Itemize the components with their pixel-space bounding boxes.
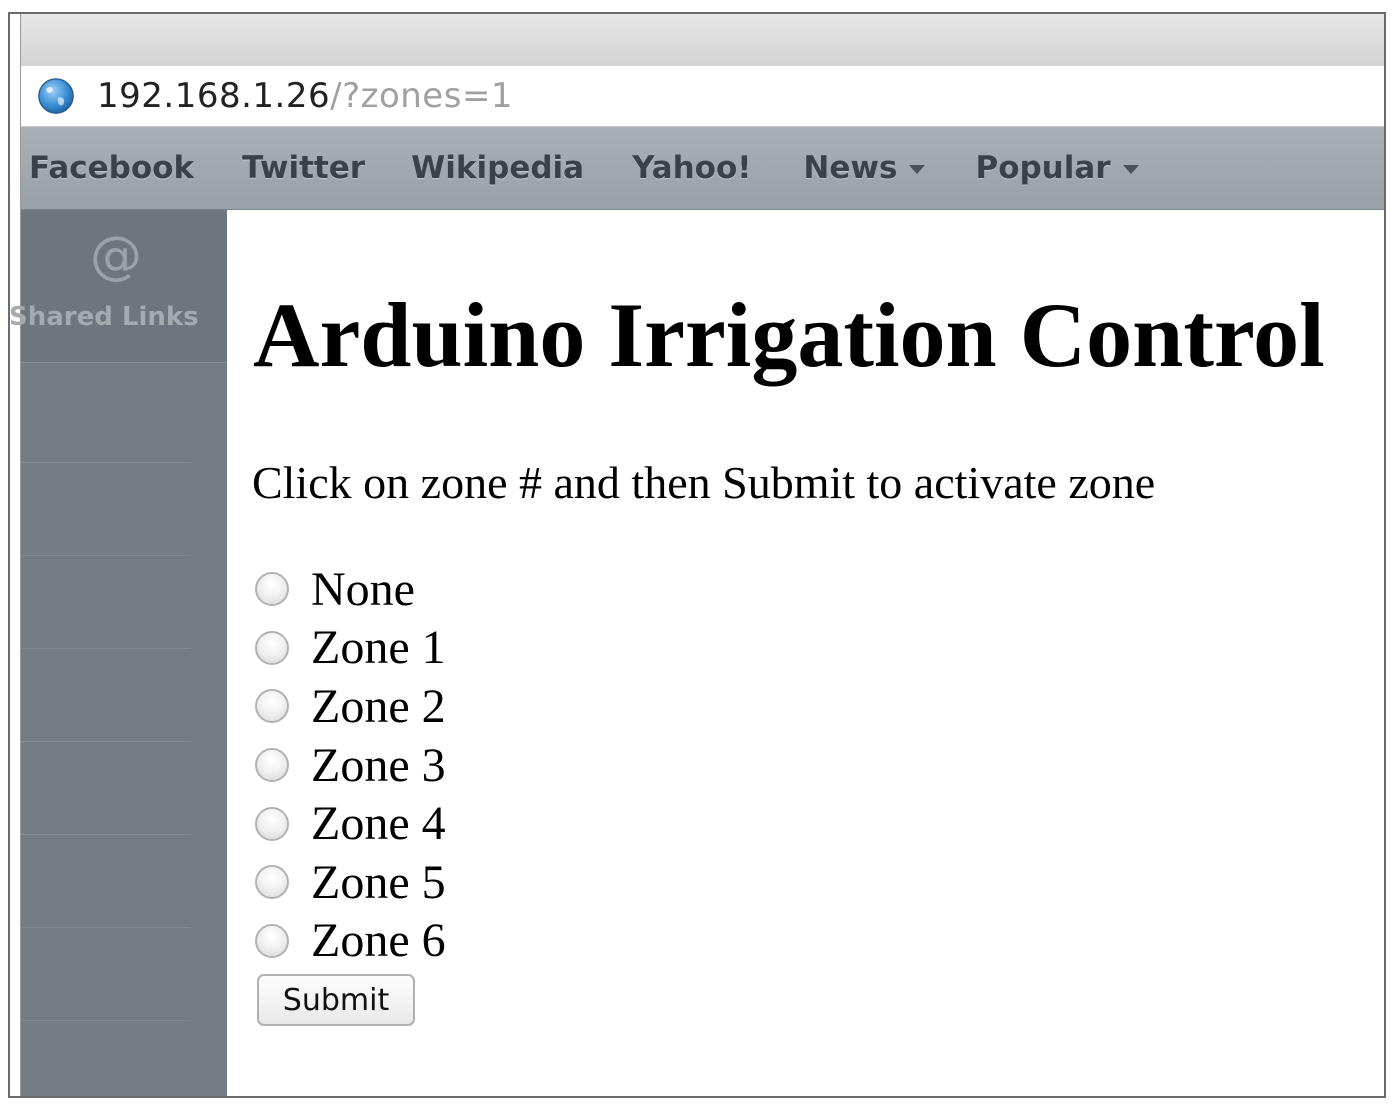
zone-option-4[interactable]: Zone 4 — [255, 794, 446, 853]
radio-button[interactable] — [255, 923, 289, 958]
zone-option-label: Zone 4 — [311, 797, 446, 851]
sidebar-divider — [21, 462, 191, 463]
bookmark-facebook[interactable]: Facebook — [29, 150, 194, 186]
zone-option-3[interactable]: Zone 3 — [255, 736, 446, 795]
radio-button[interactable] — [255, 748, 289, 783]
sidebar-divider — [21, 1020, 191, 1021]
submit-button[interactable]: Submit — [257, 974, 415, 1026]
url-host: 192.168.1.26 — [97, 76, 331, 116]
zone-option-label: Zone 3 — [311, 738, 446, 792]
zone-option-6[interactable]: Zone 6 — [255, 912, 446, 971]
sidebar-divider — [21, 741, 191, 742]
zone-option-2[interactable]: Zone 2 — [255, 677, 446, 736]
bookmark-news-menu[interactable]: News — [803, 150, 926, 186]
screenshot-frame: 192.168.1.26/?zones=1 Facebook Twitter W… — [8, 12, 1386, 1098]
zone-option-label: Zone 2 — [311, 679, 446, 733]
bookmark-yahoo[interactable]: Yahoo! — [632, 150, 751, 186]
url-path: /?zones=1 — [330, 76, 514, 116]
zone-option-none[interactable]: None — [255, 560, 446, 619]
bookmark-label: Wikipedia — [411, 150, 585, 186]
sidebar-divider — [21, 555, 191, 556]
bookmark-label: News — [803, 150, 898, 186]
shared-links-label: Shared Links — [9, 302, 199, 332]
at-icon: @ — [90, 226, 142, 286]
bookmark-label: Yahoo! — [632, 150, 752, 186]
sidebar-divider — [21, 834, 191, 835]
radio-button[interactable] — [255, 572, 289, 607]
radio-button[interactable] — [255, 865, 289, 900]
chevron-down-icon — [1122, 164, 1139, 174]
zone-option-label: None — [311, 562, 415, 616]
radio-button[interactable] — [255, 630, 289, 665]
instructions-text: Click on zone # and then Submit to activ… — [252, 457, 1156, 508]
tab-strip — [21, 14, 1384, 67]
globe-icon — [38, 78, 74, 114]
bookmarks-bar: Facebook Twitter Wikipedia Yahoo! News P… — [21, 127, 1384, 210]
radio-button[interactable] — [255, 689, 289, 724]
sidebar-divider — [21, 648, 191, 649]
address-bar[interactable]: 192.168.1.26/?zones=1 — [21, 66, 1384, 127]
browser-window: 192.168.1.26/?zones=1 Facebook Twitter W… — [10, 14, 1384, 1096]
zone-option-label: Zone 5 — [311, 855, 446, 909]
bookmark-label: Twitter — [242, 150, 366, 186]
chevron-down-icon — [909, 164, 926, 174]
bookmark-wikipedia[interactable]: Wikipedia — [411, 150, 584, 186]
zone-option-label: Zone 6 — [311, 914, 446, 968]
zone-option-1[interactable]: Zone 1 — [255, 619, 446, 678]
page-content: Arduino Irrigation Control Click on zone… — [227, 210, 1384, 1096]
bookmark-label: Popular — [975, 150, 1111, 186]
zone-radio-group: None Zone 1 Zone 2 Zone 3 Zone 4 Zone 5 … — [255, 560, 446, 970]
sidebar-divider — [21, 927, 191, 928]
page-title: Arduino Irrigation Control — [253, 284, 1325, 386]
bookmark-twitter[interactable]: Twitter — [242, 150, 365, 186]
bookmark-label: Facebook — [29, 150, 195, 186]
radio-button[interactable] — [255, 806, 289, 841]
sidebar: @ Shared Links — [10, 210, 227, 1096]
zone-option-label: Zone 1 — [311, 621, 446, 675]
bookmark-popular-menu[interactable]: Popular — [975, 150, 1139, 186]
shared-links-tab[interactable]: @ Shared Links — [10, 210, 227, 363]
zone-option-5[interactable]: Zone 5 — [255, 853, 446, 912]
